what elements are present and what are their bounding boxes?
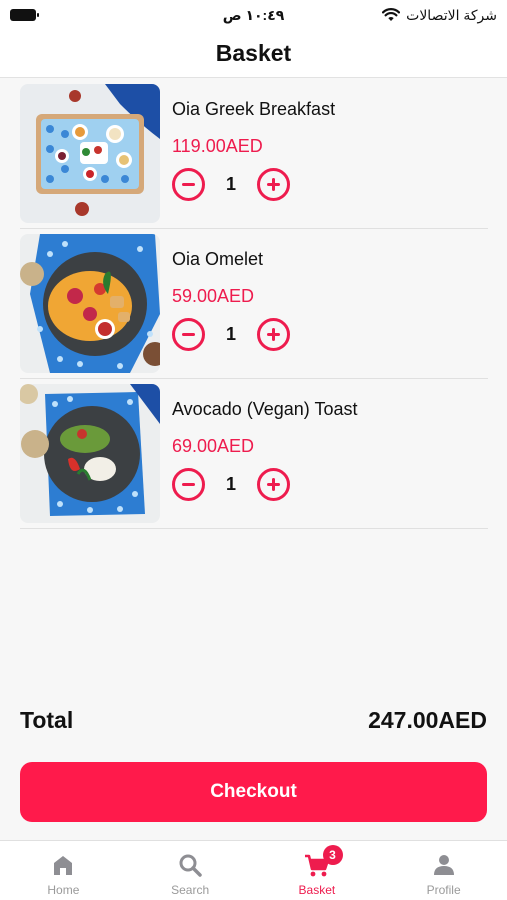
tab-basket[interactable]: 3 Basket <box>254 841 381 900</box>
home-icon <box>54 856 73 875</box>
avocado-toast-image <box>20 384 160 523</box>
tab-search-label: Search <box>171 883 210 897</box>
search-icon <box>179 854 202 877</box>
page-title: Basket <box>215 40 292 66</box>
tab-search[interactable]: Search <box>127 841 254 900</box>
item-info: Avocado (Vegan) Toast 69.00AED 1 <box>172 384 488 501</box>
status-left <box>10 9 39 21</box>
decrease-quantity-button[interactable] <box>172 318 205 351</box>
bottom-tab-bar: Home Search 3 Basket Profile <box>0 840 507 900</box>
battery-icon <box>10 9 39 21</box>
basket-count-badge: 3 <box>322 845 343 865</box>
total-value: 247.00AED <box>368 706 487 733</box>
basket-item: Oia Omelet 59.00AED 1 <box>20 229 488 379</box>
decrease-quantity-button[interactable] <box>172 168 205 201</box>
tab-profile[interactable]: Profile <box>380 841 507 900</box>
tab-home[interactable]: Home <box>0 841 127 900</box>
tab-profile-label: Profile <box>426 883 461 897</box>
quantity-stepper: 1 <box>172 168 488 201</box>
minus-icon <box>182 183 195 186</box>
total-row: Total 247.00AED <box>20 705 487 735</box>
basket-list: Oia Greek Breakfast 119.00AED 1 Oia Omel… <box>20 79 488 529</box>
item-price: 59.00AED <box>172 286 255 306</box>
carrier-name: شركة الاتصالات <box>406 6 497 23</box>
item-name: Oia Greek Breakfast <box>172 99 336 119</box>
quantity-value: 1 <box>225 174 236 194</box>
status-bar: ١٠:٤٩ ص شركة الاتصالات <box>0 0 507 30</box>
increase-quantity-button[interactable] <box>257 318 290 351</box>
quantity-stepper: 1 <box>172 468 488 501</box>
increase-quantity-button[interactable] <box>257 168 290 201</box>
person-icon <box>433 855 454 875</box>
item-price: 69.00AED <box>172 436 255 456</box>
page-header: Basket <box>0 30 507 78</box>
item-info: Oia Omelet 59.00AED 1 <box>172 234 488 351</box>
plus-icon-vertical <box>272 478 275 491</box>
status-right: شركة الاتصالات <box>382 7 497 24</box>
tab-basket-label: Basket <box>298 883 336 897</box>
basket-item: Avocado (Vegan) Toast 69.00AED 1 <box>20 379 488 529</box>
item-price: 119.00AED <box>172 136 263 156</box>
quantity-value: 1 <box>225 474 236 494</box>
basket-item: Oia Greek Breakfast 119.00AED 1 <box>20 79 488 229</box>
quantity-stepper: 1 <box>172 318 488 351</box>
total-label: Total <box>20 706 74 733</box>
tab-home-label: Home <box>47 883 80 897</box>
minus-icon <box>182 483 195 486</box>
item-name: Avocado (Vegan) Toast <box>172 399 358 419</box>
minus-icon <box>182 333 195 336</box>
greek-breakfast-image <box>20 84 160 223</box>
item-info: Oia Greek Breakfast 119.00AED 1 <box>172 84 488 201</box>
plus-icon-vertical <box>272 178 275 191</box>
plus-icon-vertical <box>272 328 275 341</box>
wifi-icon <box>382 8 401 21</box>
increase-quantity-button[interactable] <box>257 468 290 501</box>
quantity-value: 1 <box>225 324 236 344</box>
checkout-button[interactable]: Checkout <box>20 762 487 822</box>
item-name: Oia Omelet <box>172 249 264 269</box>
omelet-image <box>20 234 160 373</box>
decrease-quantity-button[interactable] <box>172 468 205 501</box>
